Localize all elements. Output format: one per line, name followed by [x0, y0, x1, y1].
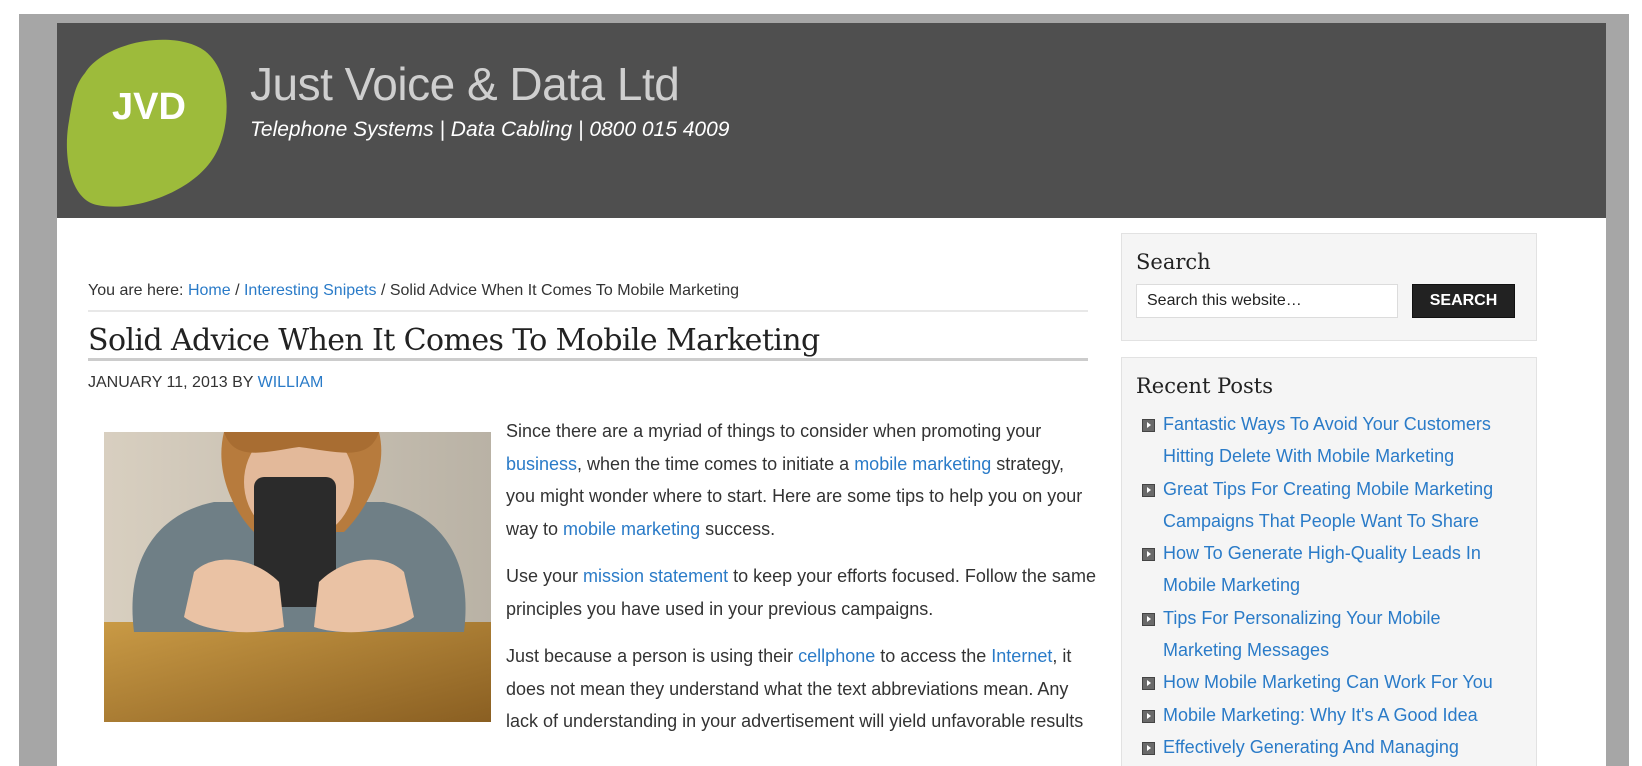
breadcrumb-current: Solid Advice When It Comes To Mobile Mar…: [389, 282, 740, 299]
text: Use your: [506, 566, 584, 586]
breadcrumb: You are here: Home / Interesting Snipets…: [88, 282, 1088, 312]
list-item: Great Tips For Creating Mobile Marketing…: [1136, 473, 1522, 538]
recent-posts-list: Fantastic Ways To Avoid Your Customers H…: [1136, 408, 1522, 763]
recent-posts-widget: Recent Posts Fantastic Ways To Avoid You…: [1121, 357, 1537, 766]
bullet-arrow-icon: [1142, 709, 1155, 723]
site-header: JVD Just Voice & Data Ltd Telephone Syst…: [57, 23, 1606, 218]
breadcrumb-separator: /: [376, 282, 390, 299]
list-item: How To Generate High-Quality Leads In Mo…: [1136, 537, 1522, 602]
bullet-arrow-icon: [1142, 419, 1155, 432]
paragraph: Use your mission statement to keep your …: [506, 560, 1096, 625]
recent-posts-title: Recent Posts: [1136, 374, 1273, 398]
link-business[interactable]: business: [506, 454, 577, 474]
post-meta: January 11, 2013 by William: [88, 374, 323, 392]
bullet-arrow-icon: [1142, 677, 1155, 691]
bullet-arrow-icon: [1142, 612, 1155, 626]
breadcrumb-category-link[interactable]: Interesting Snipets: [244, 282, 377, 299]
recent-post-link[interactable]: Great Tips For Creating Mobile Marketing…: [1163, 479, 1493, 531]
list-item: Mobile Marketing: Why It's A Good Idea: [1136, 699, 1522, 731]
post-by: by: [227, 374, 258, 391]
list-item: Effectively Generating And Managing: [1136, 731, 1522, 763]
post-author-link[interactable]: William: [258, 374, 324, 391]
post-image: [104, 432, 491, 722]
paragraph: Since there are a myriad of things to co…: [506, 415, 1096, 545]
site-title[interactable]: Just Voice & Data Ltd: [250, 57, 680, 111]
recent-post-link[interactable]: How To Generate High-Quality Leads In Mo…: [1163, 543, 1481, 595]
search-form: SEARCH: [1136, 284, 1522, 318]
jvd-logo[interactable]: JVD: [65, 33, 229, 211]
phone-user-photo: [104, 432, 491, 722]
recent-post-link[interactable]: How Mobile Marketing Can Work For You: [1163, 672, 1493, 692]
link-internet[interactable]: Internet: [991, 646, 1052, 666]
page: JVD Just Voice & Data Ltd Telephone Syst…: [57, 23, 1606, 766]
list-item: How Mobile Marketing Can Work For You: [1136, 666, 1522, 698]
site-description: Telephone Systems | Data Cabling | 0800 …: [250, 118, 730, 141]
list-item: Fantastic Ways To Avoid Your Customers H…: [1136, 408, 1522, 473]
link-mission-statement[interactable]: mission statement: [583, 566, 728, 586]
post-date: January 11, 2013: [88, 374, 228, 391]
recent-post-link[interactable]: Effectively Generating And Managing: [1163, 737, 1459, 757]
text: success.: [700, 518, 776, 539]
post-title: Solid Advice When It Comes To Mobile Mar…: [88, 323, 1088, 361]
search-widget: Search SEARCH: [1121, 233, 1537, 341]
bullet-arrow-icon: [1142, 548, 1155, 562]
breadcrumb-prefix: You are here:: [88, 282, 188, 299]
link-mobile-marketing[interactable]: mobile marketing: [563, 519, 700, 539]
sidebar: Search SEARCH Recent Posts Fantastic Way…: [1121, 233, 1537, 766]
search-input[interactable]: [1136, 284, 1398, 318]
recent-post-link[interactable]: Fantastic Ways To Avoid Your Customers H…: [1163, 414, 1491, 466]
post-body: Since there are a myriad of things to co…: [506, 415, 1096, 753]
text: Since there are a myriad of things to co…: [506, 421, 1042, 441]
list-item: Tips For Personalizing Your Mobile Marke…: [1136, 602, 1522, 667]
text: , when the time comes to initiate a: [577, 453, 855, 474]
link-mobile-marketing[interactable]: mobile marketing: [854, 454, 991, 474]
search-widget-title: Search: [1136, 250, 1211, 274]
bullet-arrow-icon: [1142, 741, 1155, 755]
main-content: You are here: Home / Interesting Snipets…: [88, 218, 1096, 766]
search-button[interactable]: SEARCH: [1412, 284, 1515, 318]
recent-post-link[interactable]: Mobile Marketing: Why It's A Good Idea: [1163, 705, 1478, 725]
text: Just because a person is using their: [506, 646, 799, 666]
recent-post-link[interactable]: Tips For Personalizing Your Mobile Marke…: [1163, 608, 1440, 660]
link-cellphone[interactable]: cellphone: [798, 646, 875, 666]
breadcrumb-separator: /: [230, 282, 244, 299]
breadcrumb-home-link[interactable]: Home: [188, 282, 231, 299]
text: to access the: [875, 646, 992, 666]
paragraph: Just because a person is using their cel…: [506, 640, 1096, 738]
bullet-arrow-icon: [1142, 483, 1155, 497]
logo-text: JVD: [112, 86, 186, 128]
